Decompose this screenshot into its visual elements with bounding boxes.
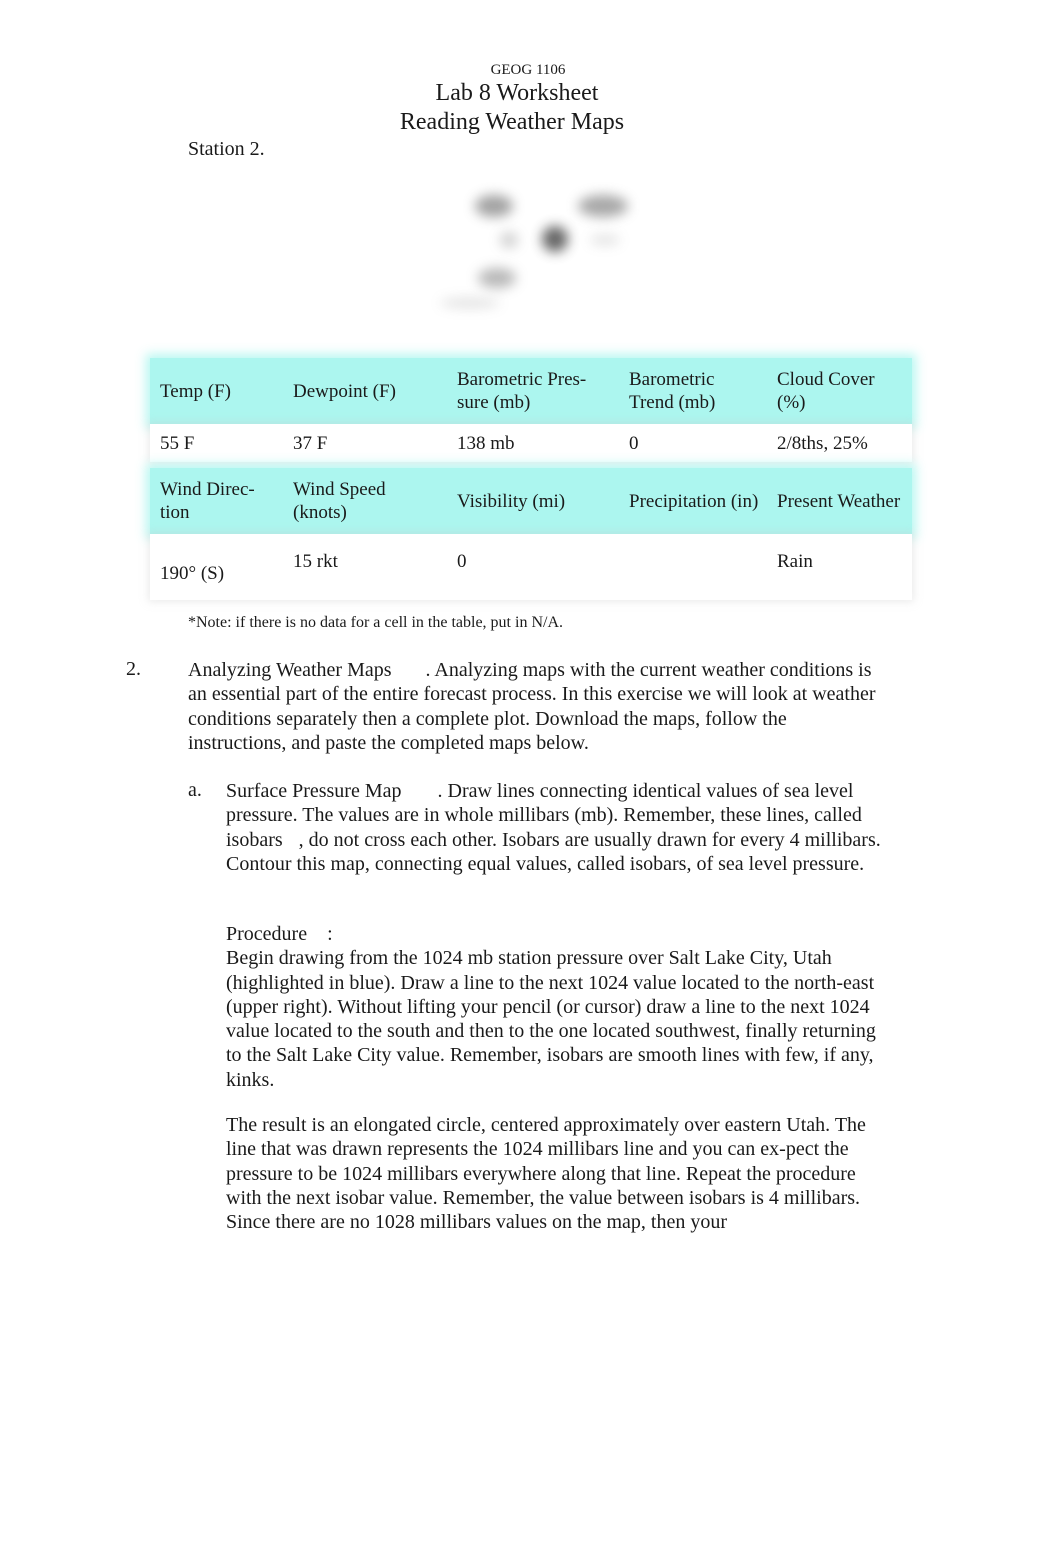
result-paragraph: The result is an elongated circle, cente… — [226, 1114, 866, 1234]
section-number: 2. — [126, 658, 141, 680]
value-cloud-cover[interactable]: 2/8ths, 25% — [767, 424, 912, 462]
value-precipitation[interactable] — [619, 534, 767, 600]
value-pressure[interactable]: 138 mb — [447, 424, 619, 462]
table-note: *Note: if there is no data for a cell in… — [188, 614, 563, 631]
value-visibility[interactable]: 0 — [447, 534, 619, 600]
part-a-heading: Surface Pressure Map — [226, 780, 402, 802]
table-header-row: Temp (F) Dewpoint (F) Barometric Pres-su… — [150, 358, 912, 424]
table-value-row: 55 F 37 F 138 mb 0 2/8ths, 25% — [150, 424, 912, 462]
header-cloud-cover: Cloud Cover (%) — [777, 369, 875, 413]
header-pressure-trend: Barometric Trend (mb) — [629, 369, 716, 413]
header-dewpoint: Dewpoint (F) — [293, 380, 396, 402]
station-model-dewpoint-blob — [478, 268, 516, 288]
part-a-body-2: , do not cross each other. Isobars are u… — [226, 828, 881, 875]
value-wind-speed[interactable]: 15 rkt — [283, 534, 447, 600]
procedure-label: Procedure — [226, 923, 308, 945]
header-wind-direction: Wind Direc-tion — [160, 479, 255, 523]
station-model-pressure-blob — [578, 195, 628, 217]
station-model-temp-blob — [475, 195, 513, 217]
header-visibility: Visibility (mi) — [457, 490, 566, 512]
header-precipitation: Precipitation (in) — [629, 490, 759, 512]
procedure-colon: : — [327, 923, 333, 945]
station-model-image — [430, 180, 650, 320]
procedure-text: Begin drawing from the 1024 mb station p… — [226, 947, 876, 1091]
procedure-heading: Procedure: — [226, 922, 886, 946]
header-wind-speed: Wind Speed (knots) — [293, 479, 386, 523]
header-present-weather: Present Weather — [777, 490, 901, 512]
header-pressure: Barometric Pres-sure (mb) — [457, 369, 587, 413]
value-pressure-trend[interactable]: 0 — [619, 424, 767, 462]
value-present-weather[interactable]: Rain — [767, 534, 912, 600]
value-temp[interactable]: 55 F — [150, 424, 283, 462]
procedure-block: Procedure: Begin drawing from the 1024 m… — [226, 922, 886, 1092]
section-2-paragraph: Analyzing Weather Maps. Analyzing maps w… — [188, 658, 888, 755]
table-header-row: Wind Direc-tion Wind Speed (knots) Visib… — [150, 468, 912, 534]
station-model-circle-blob — [542, 226, 568, 252]
station-label: Station 2. — [188, 138, 265, 160]
part-a-paragraph: Surface Pressure Map. Draw lines connect… — [226, 779, 886, 876]
value-dewpoint[interactable]: 37 F — [283, 424, 447, 462]
worksheet-subtitle: Reading Weather Maps — [399, 109, 625, 135]
course-code: GEOG 1106 — [490, 62, 566, 78]
station-model-barb-blob — [440, 298, 500, 308]
station-model-trend-blob — [590, 235, 620, 245]
station-data-table: Temp (F) Dewpoint (F) Barometric Pres-su… — [150, 358, 912, 600]
part-letter: a. — [188, 779, 202, 801]
header-temp: Temp (F) — [160, 380, 231, 402]
worksheet-title: Lab 8 Worksheet — [435, 80, 599, 106]
station-model-weather-blob — [500, 232, 518, 248]
value-wind-direction[interactable]: 190° (S) — [150, 534, 283, 600]
table-value-row: 190° (S) 15 rkt 0 Rain — [150, 534, 912, 600]
section-2-heading: Analyzing Weather Maps — [188, 659, 392, 681]
isobars-term: isobars — [226, 828, 283, 851]
